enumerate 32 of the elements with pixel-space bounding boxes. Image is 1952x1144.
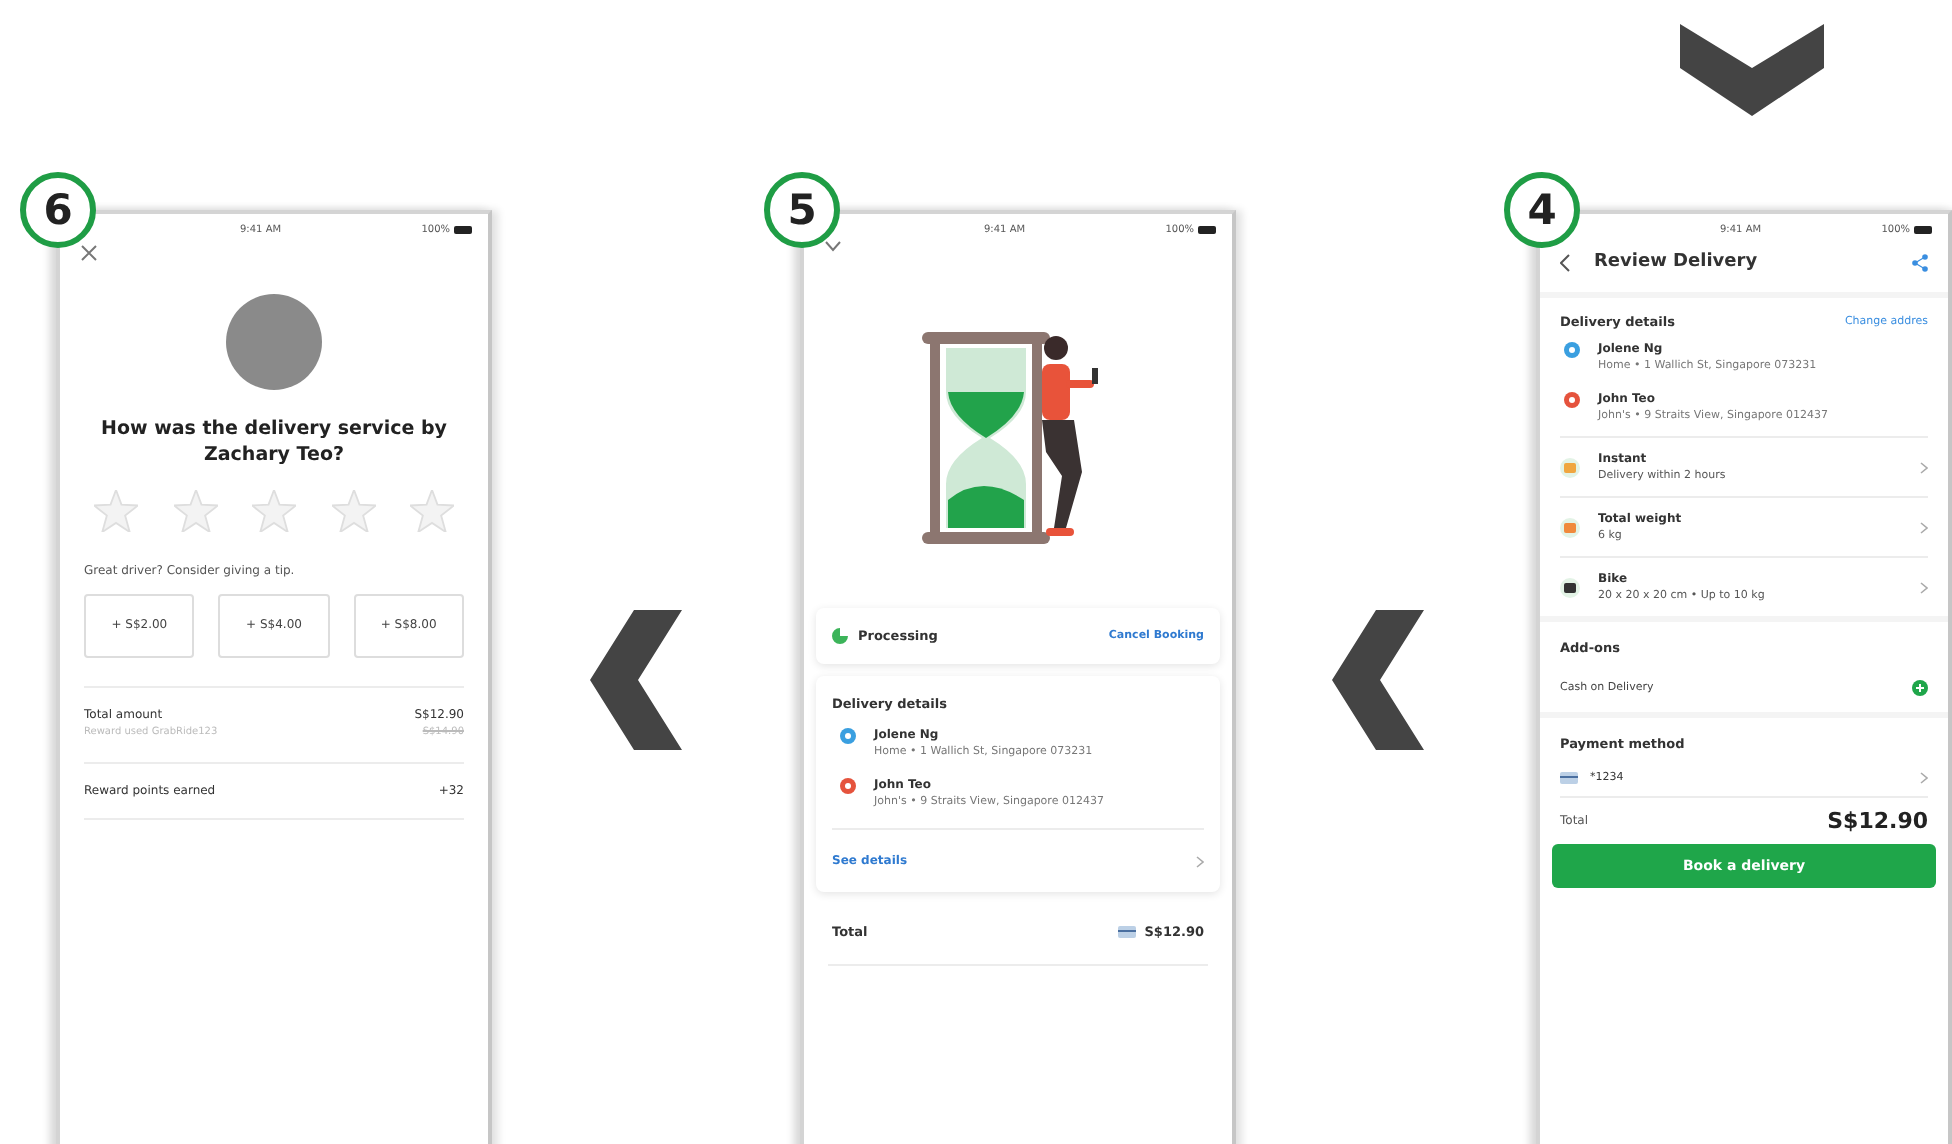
close-icon[interactable]	[80, 244, 98, 262]
chevron-right-icon	[1920, 521, 1928, 533]
chevron-right-icon	[1920, 461, 1928, 473]
screen-title: Review Delivery	[1594, 252, 1758, 272]
card-icon	[1560, 772, 1578, 784]
star-icon[interactable]	[252, 489, 296, 532]
step-number: 6	[20, 172, 96, 248]
battery-icon	[1198, 226, 1216, 234]
back-icon[interactable]	[1560, 253, 1570, 271]
battery-icon	[454, 226, 472, 234]
chevron-down-icon[interactable]	[824, 240, 842, 252]
chevron-right-icon	[1920, 772, 1928, 784]
star-icon[interactable]	[410, 489, 454, 532]
rating-question: How was the delivery service by Zachary Teo?	[99, 418, 449, 470]
card-icon	[1118, 926, 1137, 938]
chevron-left-icon	[1332, 610, 1424, 750]
progress-icon	[832, 628, 848, 644]
step-number: 5	[764, 172, 840, 248]
star-rating[interactable]	[94, 489, 454, 532]
chevron-right-icon	[1196, 855, 1204, 867]
step-number: 4	[1504, 172, 1580, 248]
star-icon[interactable]	[173, 489, 217, 532]
chevron-down-icon	[1680, 24, 1824, 116]
chevron-left-icon	[590, 610, 682, 750]
share-icon[interactable]	[1912, 253, 1928, 271]
avatar-placeholder	[226, 294, 322, 390]
total-amount: S$12.90	[1827, 808, 1928, 834]
chevron-right-icon	[1920, 581, 1928, 593]
star-icon[interactable]	[94, 489, 138, 532]
add-icon[interactable]	[1912, 680, 1928, 696]
star-icon[interactable]	[331, 489, 375, 532]
battery-icon	[1914, 226, 1932, 234]
